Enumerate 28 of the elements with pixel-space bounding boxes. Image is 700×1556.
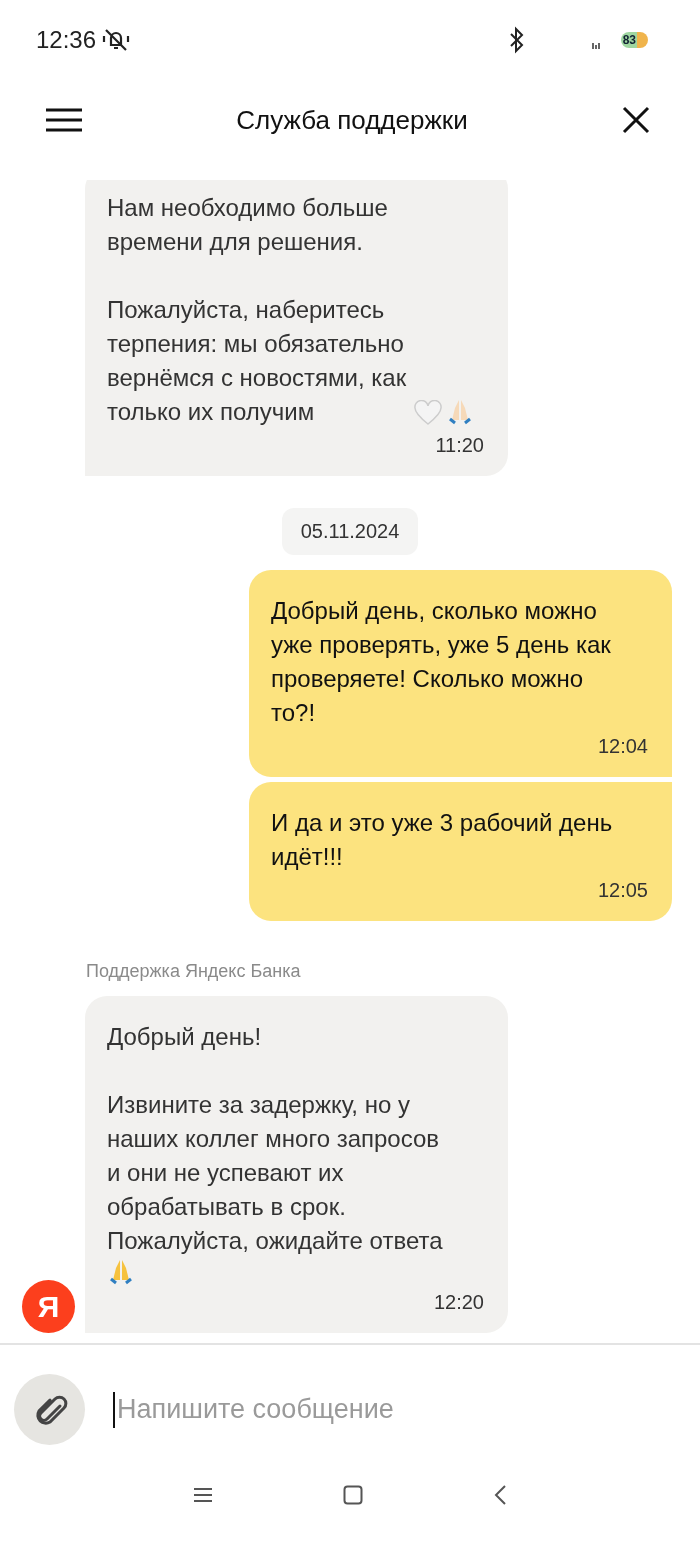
message-time: 12:20 — [432, 1290, 484, 1314]
message-text: И да и это уже 3 рабочий день идёт!!! — [271, 809, 613, 870]
home-icon[interactable] — [343, 1485, 363, 1505]
muted-bell-icon — [102, 27, 131, 53]
menu-button[interactable] — [46, 108, 82, 132]
status-time: 12:36 — [36, 26, 97, 54]
message-text: Пожалуйста, наберитесь терпения: мы обязательно вернёмся с новостями, как только их получим — [107, 295, 407, 427]
message-text: Добрый день, сколько можно уже проверять, уже 5 день как проверяете! Сколько можно то?! — [271, 597, 611, 726]
sender-name: Поддержка Яндекс Банка — [86, 961, 302, 982]
header-title: Служба поддержки — [236, 104, 468, 136]
message-time: 12:05 — [596, 878, 648, 902]
battery-indicator: 83 — [620, 32, 648, 48]
message-input[interactable]: Напишите сообщение — [113, 1391, 686, 1428]
date-chip: 05.11.2024 — [281, 508, 419, 555]
signal-icon — [590, 41, 601, 51]
close-icon — [622, 106, 650, 134]
close-button[interactable] — [622, 106, 650, 134]
message-time: 12:04 — [596, 734, 648, 758]
message-time: 11:20 — [434, 433, 484, 457]
heart-icon — [414, 400, 443, 426]
message-text: Нам необходимо больше времени для решения. — [107, 194, 388, 255]
message-text: Добрый день! — [107, 1023, 262, 1050]
menu-icon — [46, 108, 82, 132]
message-text: Извините за задержку, но у наших коллег много запросов и они не успевают их обрабатывать в срок. Пожалуйста, ожидайте ответа — [107, 1090, 443, 1256]
back-icon[interactable] — [493, 1484, 507, 1506]
recent-apps-icon[interactable] — [193, 1487, 213, 1503]
bluetooth-icon — [508, 26, 525, 54]
avatar: Я — [22, 1280, 75, 1333]
